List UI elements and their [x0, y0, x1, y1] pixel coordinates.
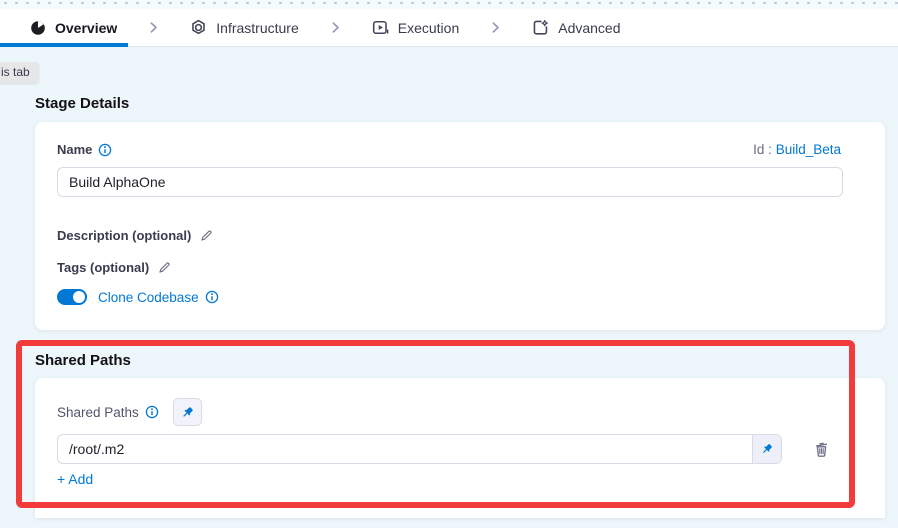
pin-input-type-button[interactable]	[752, 435, 781, 463]
shared-paths-heading: Shared Paths	[35, 352, 131, 369]
edit-pencil-icon[interactable]	[157, 260, 172, 275]
shared-path-input[interactable]	[57, 434, 782, 464]
stage-details-heading: Stage Details	[35, 95, 129, 112]
add-path-button[interactable]: + Add	[57, 471, 93, 487]
box-gear-icon	[532, 19, 549, 36]
name-row: Name Id : Build_Beta	[57, 142, 841, 157]
chevron-right-icon	[329, 21, 342, 34]
tags-label: Tags (optional)	[57, 260, 149, 275]
tab-advanced-label: Advanced	[558, 20, 620, 36]
info-icon[interactable]	[205, 290, 219, 304]
shared-paths-card: Shared Paths + Add	[35, 378, 885, 518]
tab-infrastructure[interactable]: Infrastructure	[190, 19, 298, 36]
clone-codebase-label-group: Clone Codebase	[98, 290, 219, 305]
stage-details-card: Name Id : Build_Beta Description (option…	[35, 122, 885, 330]
chevron-right-icon	[489, 21, 502, 34]
tab-infrastructure-label: Infrastructure	[216, 20, 298, 36]
shared-paths-label: Shared Paths	[57, 405, 139, 420]
play-box-icon	[372, 19, 389, 36]
pin-icon	[760, 442, 774, 456]
shared-paths-label-row: Shared Paths	[57, 398, 202, 426]
pin-icon	[180, 405, 195, 420]
id-value-link[interactable]: Build_Beta	[776, 142, 841, 157]
stage-tabbar: Overview Infrastructure Execution Advanc…	[0, 9, 898, 47]
info-icon[interactable]	[98, 143, 112, 157]
active-tab-underline	[0, 43, 128, 47]
info-icon[interactable]	[145, 405, 159, 419]
pin-input-type-button[interactable]	[173, 398, 202, 426]
tags-row: Tags (optional)	[57, 260, 172, 275]
tab-execution-label: Execution	[398, 20, 459, 36]
trash-icon	[812, 440, 831, 459]
stage-id: Id : Build_Beta	[753, 142, 841, 157]
clone-codebase-toggle[interactable]	[57, 289, 87, 305]
tab-execution[interactable]: Execution	[372, 19, 459, 36]
edit-pencil-icon[interactable]	[199, 228, 214, 243]
canvas-dots-strip	[0, 0, 898, 9]
clone-codebase-row: Clone Codebase	[57, 289, 219, 305]
chevron-right-icon	[147, 21, 160, 34]
tab-advanced[interactable]: Advanced	[532, 19, 620, 36]
delete-path-button[interactable]	[809, 437, 833, 461]
pie-chart-icon	[30, 20, 46, 36]
shared-paths-label-group: Shared Paths	[57, 405, 159, 420]
description-row: Description (optional)	[57, 228, 214, 243]
stage-name-input[interactable]	[57, 167, 843, 197]
clone-codebase-label: Clone Codebase	[98, 290, 199, 305]
tab-overview[interactable]: Overview	[30, 20, 117, 36]
name-label-group: Name	[57, 142, 112, 157]
name-label: Name	[57, 142, 92, 157]
tab-overview-label: Overview	[55, 20, 117, 36]
clipped-tooltip: is tab	[0, 62, 39, 83]
description-label: Description (optional)	[57, 228, 191, 243]
hexagon-nut-icon	[190, 19, 207, 36]
id-label: Id :	[753, 142, 772, 157]
